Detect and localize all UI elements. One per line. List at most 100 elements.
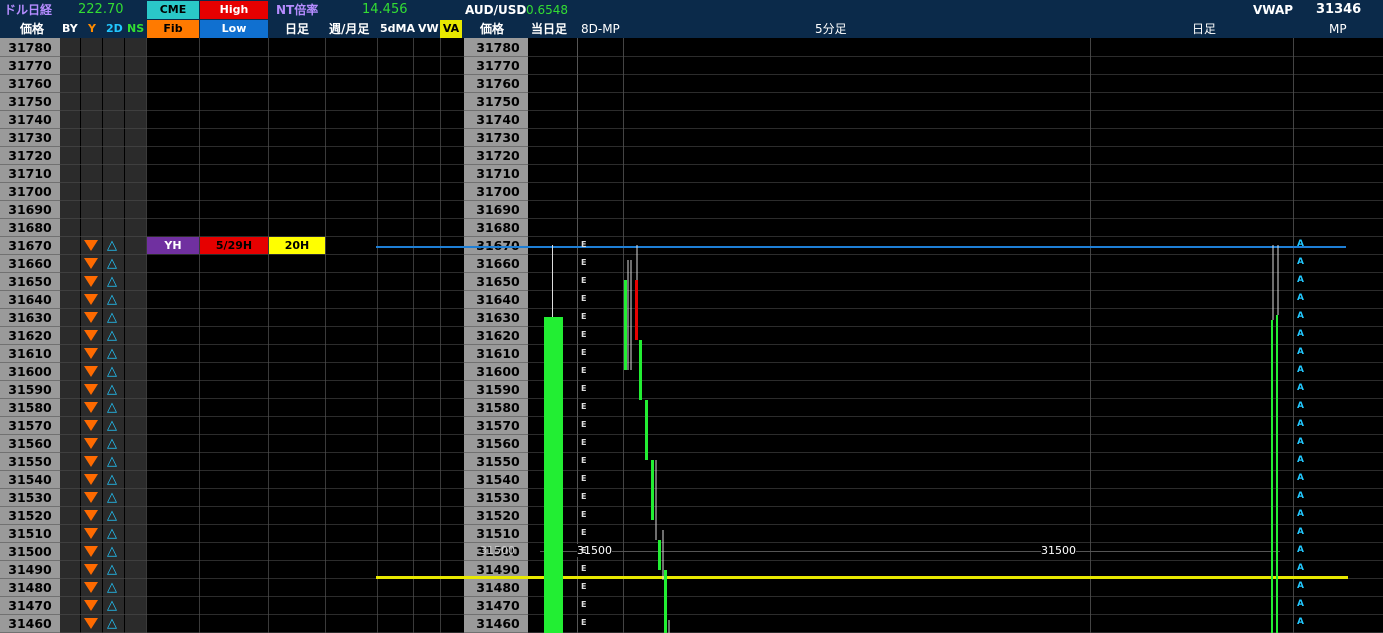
price-cell: 31760 [476, 76, 520, 91]
price-cell: 31580 [8, 400, 52, 415]
price-cell: 31600 [476, 364, 520, 379]
grid-hline [0, 128, 1383, 129]
grid-hline [0, 488, 1383, 489]
mp-a-marker: A [1297, 527, 1304, 537]
up-triangle-icon: △ [107, 562, 117, 577]
price-cell: 31770 [476, 58, 520, 73]
daily-candles [1271, 245, 1279, 633]
down-triangle-icon [84, 384, 98, 395]
up-triangle-icon: △ [107, 238, 117, 253]
mp-a-marker: A [1297, 491, 1304, 501]
price-cell: 31710 [476, 166, 520, 181]
price-cell: 31650 [476, 274, 520, 289]
mp-e-marker: E [581, 348, 587, 357]
col-2d-label: 2D [106, 22, 123, 35]
today-candle-body [544, 317, 563, 633]
col-daily2-label: 日足 [1192, 22, 1217, 36]
grid-hline [0, 182, 1383, 183]
price-cell: 31690 [476, 202, 520, 217]
mp-a-marker: A [1297, 383, 1304, 393]
price-cell: 31690 [8, 202, 52, 217]
down-triangle-icon [84, 528, 98, 539]
up-triangle-icon: △ [107, 274, 117, 289]
price-cell: 31530 [476, 490, 520, 505]
mp-a-marker: A [1297, 419, 1304, 429]
mp-a-marker: A [1297, 401, 1304, 411]
price-cell: 31560 [8, 436, 52, 451]
grid-hline [0, 380, 1383, 381]
grid-hline [0, 362, 1383, 363]
price-cell: 31520 [476, 508, 520, 523]
col-ns-label: NS [127, 22, 145, 35]
five-min-candles [624, 245, 670, 633]
price-cell: 31520 [8, 508, 52, 523]
grid-hline [0, 542, 1383, 543]
price-cell: 31610 [8, 346, 52, 361]
cme-button[interactable]: CME [147, 1, 199, 19]
level-label-31500: 31500 [1041, 544, 1076, 557]
mp-e-marker: E [581, 582, 587, 591]
down-triangle-icon [84, 402, 98, 413]
price-cell: 31620 [8, 328, 52, 343]
nt-ratio-value: 14.456 [362, 2, 408, 17]
mp-a-marker: A [1297, 617, 1304, 627]
mp-e-marker: E [581, 456, 587, 465]
mp-e-marker: E [581, 420, 587, 429]
up-triangle-icon: △ [107, 382, 117, 397]
price-cell: 31770 [8, 58, 52, 73]
price-cell: 31590 [476, 382, 520, 397]
up-triangle-icon: △ [107, 292, 117, 307]
yh-marker: YH [147, 237, 199, 254]
mp-e-marker: E [581, 366, 587, 375]
up-triangle-icon: △ [107, 544, 117, 559]
col-5dma-label: 5dMA [380, 22, 415, 35]
grid-hline [0, 308, 1383, 309]
grid-hline [0, 524, 1383, 525]
down-triangle-icon [84, 492, 98, 503]
price-cell: 31720 [8, 148, 52, 163]
high-button[interactable]: High [200, 1, 268, 19]
price-cell: 31480 [8, 580, 52, 595]
col-daily-label: 日足 [285, 22, 310, 36]
grid-hline [0, 164, 1383, 165]
price-cell: 31460 [476, 616, 520, 631]
price-cell: 31640 [8, 292, 52, 307]
price-cell: 31710 [8, 166, 52, 181]
grid-hline [0, 560, 1383, 561]
price-cell: 31730 [8, 130, 52, 145]
grid-hline [0, 200, 1383, 201]
price-cell: 31610 [476, 346, 520, 361]
price-cell: 31700 [476, 184, 520, 199]
down-triangle-icon [84, 564, 98, 575]
fib-button[interactable]: Fib [147, 20, 199, 38]
mp-a-marker: A [1297, 365, 1304, 375]
up-triangle-icon: △ [107, 346, 117, 361]
va-button[interactable]: VA [440, 20, 462, 38]
down-triangle-icon [84, 546, 98, 557]
audusd-value: 0.6548 [526, 3, 568, 17]
price-cell: 31590 [8, 382, 52, 397]
mp-e-marker: E [581, 294, 587, 303]
low-button[interactable]: Low [200, 20, 268, 38]
down-triangle-icon [84, 276, 98, 287]
grid-hline [0, 452, 1383, 453]
price-cell: 31660 [476, 256, 520, 271]
up-triangle-icon: △ [107, 490, 117, 505]
mp-a-marker: A [1297, 455, 1304, 465]
grid-hline [0, 110, 1383, 111]
dollar-nikkei-label: ドル日経 [4, 3, 53, 17]
col-8d-mp-label: 8D-MP [581, 22, 620, 36]
mp-a-marker: A [1297, 239, 1304, 249]
price-cell: 31680 [476, 220, 520, 235]
mp-e-marker: E [581, 528, 587, 537]
down-triangle-icon [84, 366, 98, 377]
nt-ratio-label: NT倍率 [276, 3, 319, 17]
mp-e-marker: E [581, 492, 587, 501]
col-mp-label: MP [1329, 22, 1347, 36]
grid-hline [0, 146, 1383, 147]
up-triangle-icon: △ [107, 580, 117, 595]
mp-a-marker: A [1297, 347, 1304, 357]
header-bar-columns: 価格 BY Y 2D NS Fib Low 日足 週/月足 5dMA VW VA… [0, 20, 1383, 38]
20-high-marker: 20H [269, 237, 325, 254]
up-triangle-icon: △ [107, 256, 117, 271]
